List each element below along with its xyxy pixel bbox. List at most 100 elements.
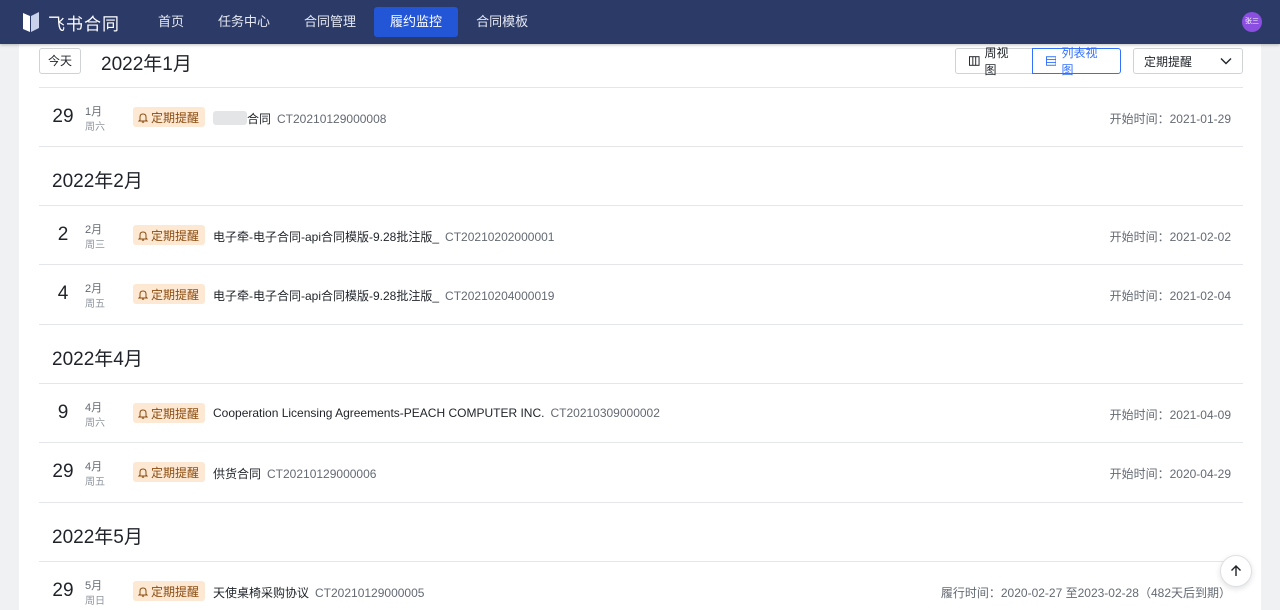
month-label: 1月 — [85, 106, 103, 118]
month-label: 4月 — [85, 461, 103, 473]
book-logo-icon — [23, 12, 39, 32]
list-item[interactable]: 29 1月 周六 定期提醒 合同 CT20210129000008 开始时间：20… — [39, 87, 1243, 146]
chevron-down-icon — [1220, 58, 1232, 65]
nav-item-performance-monitoring[interactable]: 履约监控 — [374, 7, 459, 37]
contract-name: 电子牵-电子合同-api合同模版-9.28批注版_ — [213, 289, 440, 303]
month-weekday: 2月 周三 — [85, 222, 105, 254]
contract-code: CT20210129000008 — [277, 112, 387, 126]
month-section-header: 2022年2月 — [39, 146, 1243, 205]
reminder-tag: 定期提醒 — [133, 403, 206, 423]
bell-icon — [138, 408, 148, 419]
start-time: 开始时间：2021-02-04 — [1109, 289, 1231, 303]
list-item[interactable]: 9 4月 周六 定期提醒 Cooperation Licensing Agree… — [39, 383, 1243, 442]
contract-code: CT20210204000019 — [445, 289, 555, 303]
contract-code: CT20210202000001 — [445, 230, 555, 244]
month-weekday: 4月 周五 — [85, 459, 105, 491]
contract-title: 天使桌椅采购协议 CT20210129000005 — [213, 584, 424, 601]
select-value: 定期提醒 — [1144, 54, 1193, 69]
contract-title: 供货合同 CT20210129000006 — [213, 465, 376, 482]
weekday-label: 周五 — [85, 299, 105, 310]
day-number: 29 — [52, 580, 74, 601]
month-label: 2月 — [85, 224, 103, 236]
bell-icon — [138, 289, 148, 300]
contract-code: CT20210129000005 — [315, 586, 425, 600]
reminder-tag-label: 定期提醒 — [151, 110, 200, 125]
list-view-label: 列表视图 — [1061, 46, 1098, 77]
redacted-text — [213, 111, 247, 125]
performance-time: 履行时间：2020-02-27 至2023-02-28（482天后到期） — [940, 586, 1231, 600]
day-number: 29 — [52, 106, 74, 127]
bell-icon — [138, 230, 148, 241]
bell-icon — [138, 112, 148, 123]
back-to-top-button[interactable] — [1220, 555, 1252, 587]
weekday-label: 周六 — [85, 122, 105, 133]
weekday-label: 周六 — [85, 418, 105, 429]
avatar[interactable]: 张三 — [1242, 12, 1262, 32]
day-number: 29 — [52, 461, 74, 482]
week-view-label: 周视图 — [984, 46, 1009, 77]
calendar-list-panel: 今天 2022年1月 周视图 列表视图 定期提醒 29 1月 周六 定期提醒 合… — [19, 44, 1261, 610]
brand[interactable]: 飞书合同 — [20, 10, 140, 35]
month-label: 2月 — [85, 283, 103, 295]
list-item[interactable]: 29 5月 周日 定期提醒 天使桌椅采购协议 CT20210129000005 履… — [39, 561, 1243, 610]
start-time: 开始时间：2021-01-29 — [1109, 112, 1231, 126]
reminder-tag: 定期提醒 — [133, 284, 206, 304]
week-view-button[interactable]: 周视图 — [955, 46, 1032, 77]
contract-name: Cooperation Licensing Agreements-PEACH C… — [213, 406, 545, 420]
month-weekday: 4月 周六 — [85, 400, 105, 432]
list-item[interactable]: 2 2月 周三 定期提醒 电子牵-电子合同-api合同模版-9.28批注版_ CT… — [39, 205, 1243, 264]
reminder-tag-label: 定期提醒 — [151, 465, 200, 480]
month-header-label: 2022年4月 — [52, 349, 143, 370]
list-item[interactable]: 29 4月 周五 定期提醒 供货合同 CT20210129000006 开始时间：… — [39, 442, 1243, 501]
day-number: 9 — [57, 402, 69, 423]
month-weekday: 2月 周五 — [85, 281, 105, 313]
reminder-type-select[interactable]: 定期提醒 — [1133, 48, 1243, 74]
list-item[interactable]: 4 2月 周五 定期提醒 电子牵-电子合同-api合同模版-9.28批注版_ CT… — [39, 264, 1243, 323]
month-header-label: 2022年5月 — [52, 527, 143, 548]
contract-title: 电子牵-电子合同-api合同模版-9.28批注版_ CT2021020400001… — [213, 287, 554, 304]
nav-item-task-center[interactable]: 任务中心 — [202, 7, 286, 37]
columns-icon — [969, 56, 980, 66]
weekday-label: 周三 — [85, 240, 105, 251]
month-weekday: 1月 周六 — [85, 104, 105, 136]
app-name: 飞书合同 — [48, 14, 120, 34]
contract-title: 合同 CT20210129000008 — [213, 110, 386, 127]
reminder-tag: 定期提醒 — [133, 107, 206, 127]
contract-title: 电子牵-电子合同-api合同模版-9.28批注版_ CT2021020200000… — [213, 228, 554, 245]
reminder-tag: 定期提醒 — [133, 225, 206, 245]
list-view-button[interactable]: 列表视图 — [1032, 46, 1121, 77]
nav-menu: 首页 任务中心 合同管理 履约监控 合同模板 — [142, 7, 546, 37]
view-toggle: 周视图 列表视图 — [955, 46, 1121, 77]
contract-title: Cooperation Licensing Agreements-PEACH C… — [213, 406, 660, 420]
weekday-label: 周五 — [85, 477, 105, 488]
day-number: 4 — [57, 283, 69, 304]
reminder-tag-label: 定期提醒 — [151, 287, 200, 302]
start-time: 开始时间：2020-04-29 — [1109, 467, 1231, 481]
nav-item-contract-management[interactable]: 合同管理 — [288, 7, 372, 37]
contract-name: 电子牵-电子合同-api合同模版-9.28批注版_ — [213, 230, 440, 244]
toolbar: 今天 2022年1月 周视图 列表视图 定期提醒 — [19, 44, 1261, 88]
today-button[interactable]: 今天 — [39, 48, 81, 74]
month-label: 4月 — [85, 402, 103, 414]
reminder-tag-label: 定期提醒 — [151, 584, 200, 599]
list-icon — [1046, 56, 1057, 66]
month-section-header: 2022年4月 — [39, 324, 1243, 383]
contract-code: CT20210309000002 — [550, 406, 660, 420]
month-section-header: 2022年5月 — [39, 502, 1243, 561]
top-navbar: 飞书合同 首页 任务中心 合同管理 履约监控 合同模板 张三 — [0, 0, 1280, 44]
reminder-tag: 定期提醒 — [133, 581, 206, 601]
weekday-label: 周日 — [85, 596, 105, 607]
contract-name: 天使桌椅采购协议 — [213, 586, 310, 600]
bell-icon — [138, 467, 148, 478]
nav-item-home[interactable]: 首页 — [142, 7, 200, 37]
contract-code: CT20210129000006 — [267, 467, 377, 481]
current-month-title: 2022年1月 — [101, 54, 192, 75]
bell-icon — [138, 586, 148, 597]
month-header-label: 2022年2月 — [52, 171, 143, 192]
contract-name: 供货合同 — [213, 467, 262, 481]
reminder-tag-label: 定期提醒 — [151, 406, 200, 421]
month-label: 5月 — [85, 580, 103, 592]
day-number: 2 — [57, 224, 69, 245]
nav-item-contract-templates[interactable]: 合同模板 — [460, 7, 544, 37]
reminder-tag-label: 定期提醒 — [151, 228, 200, 243]
